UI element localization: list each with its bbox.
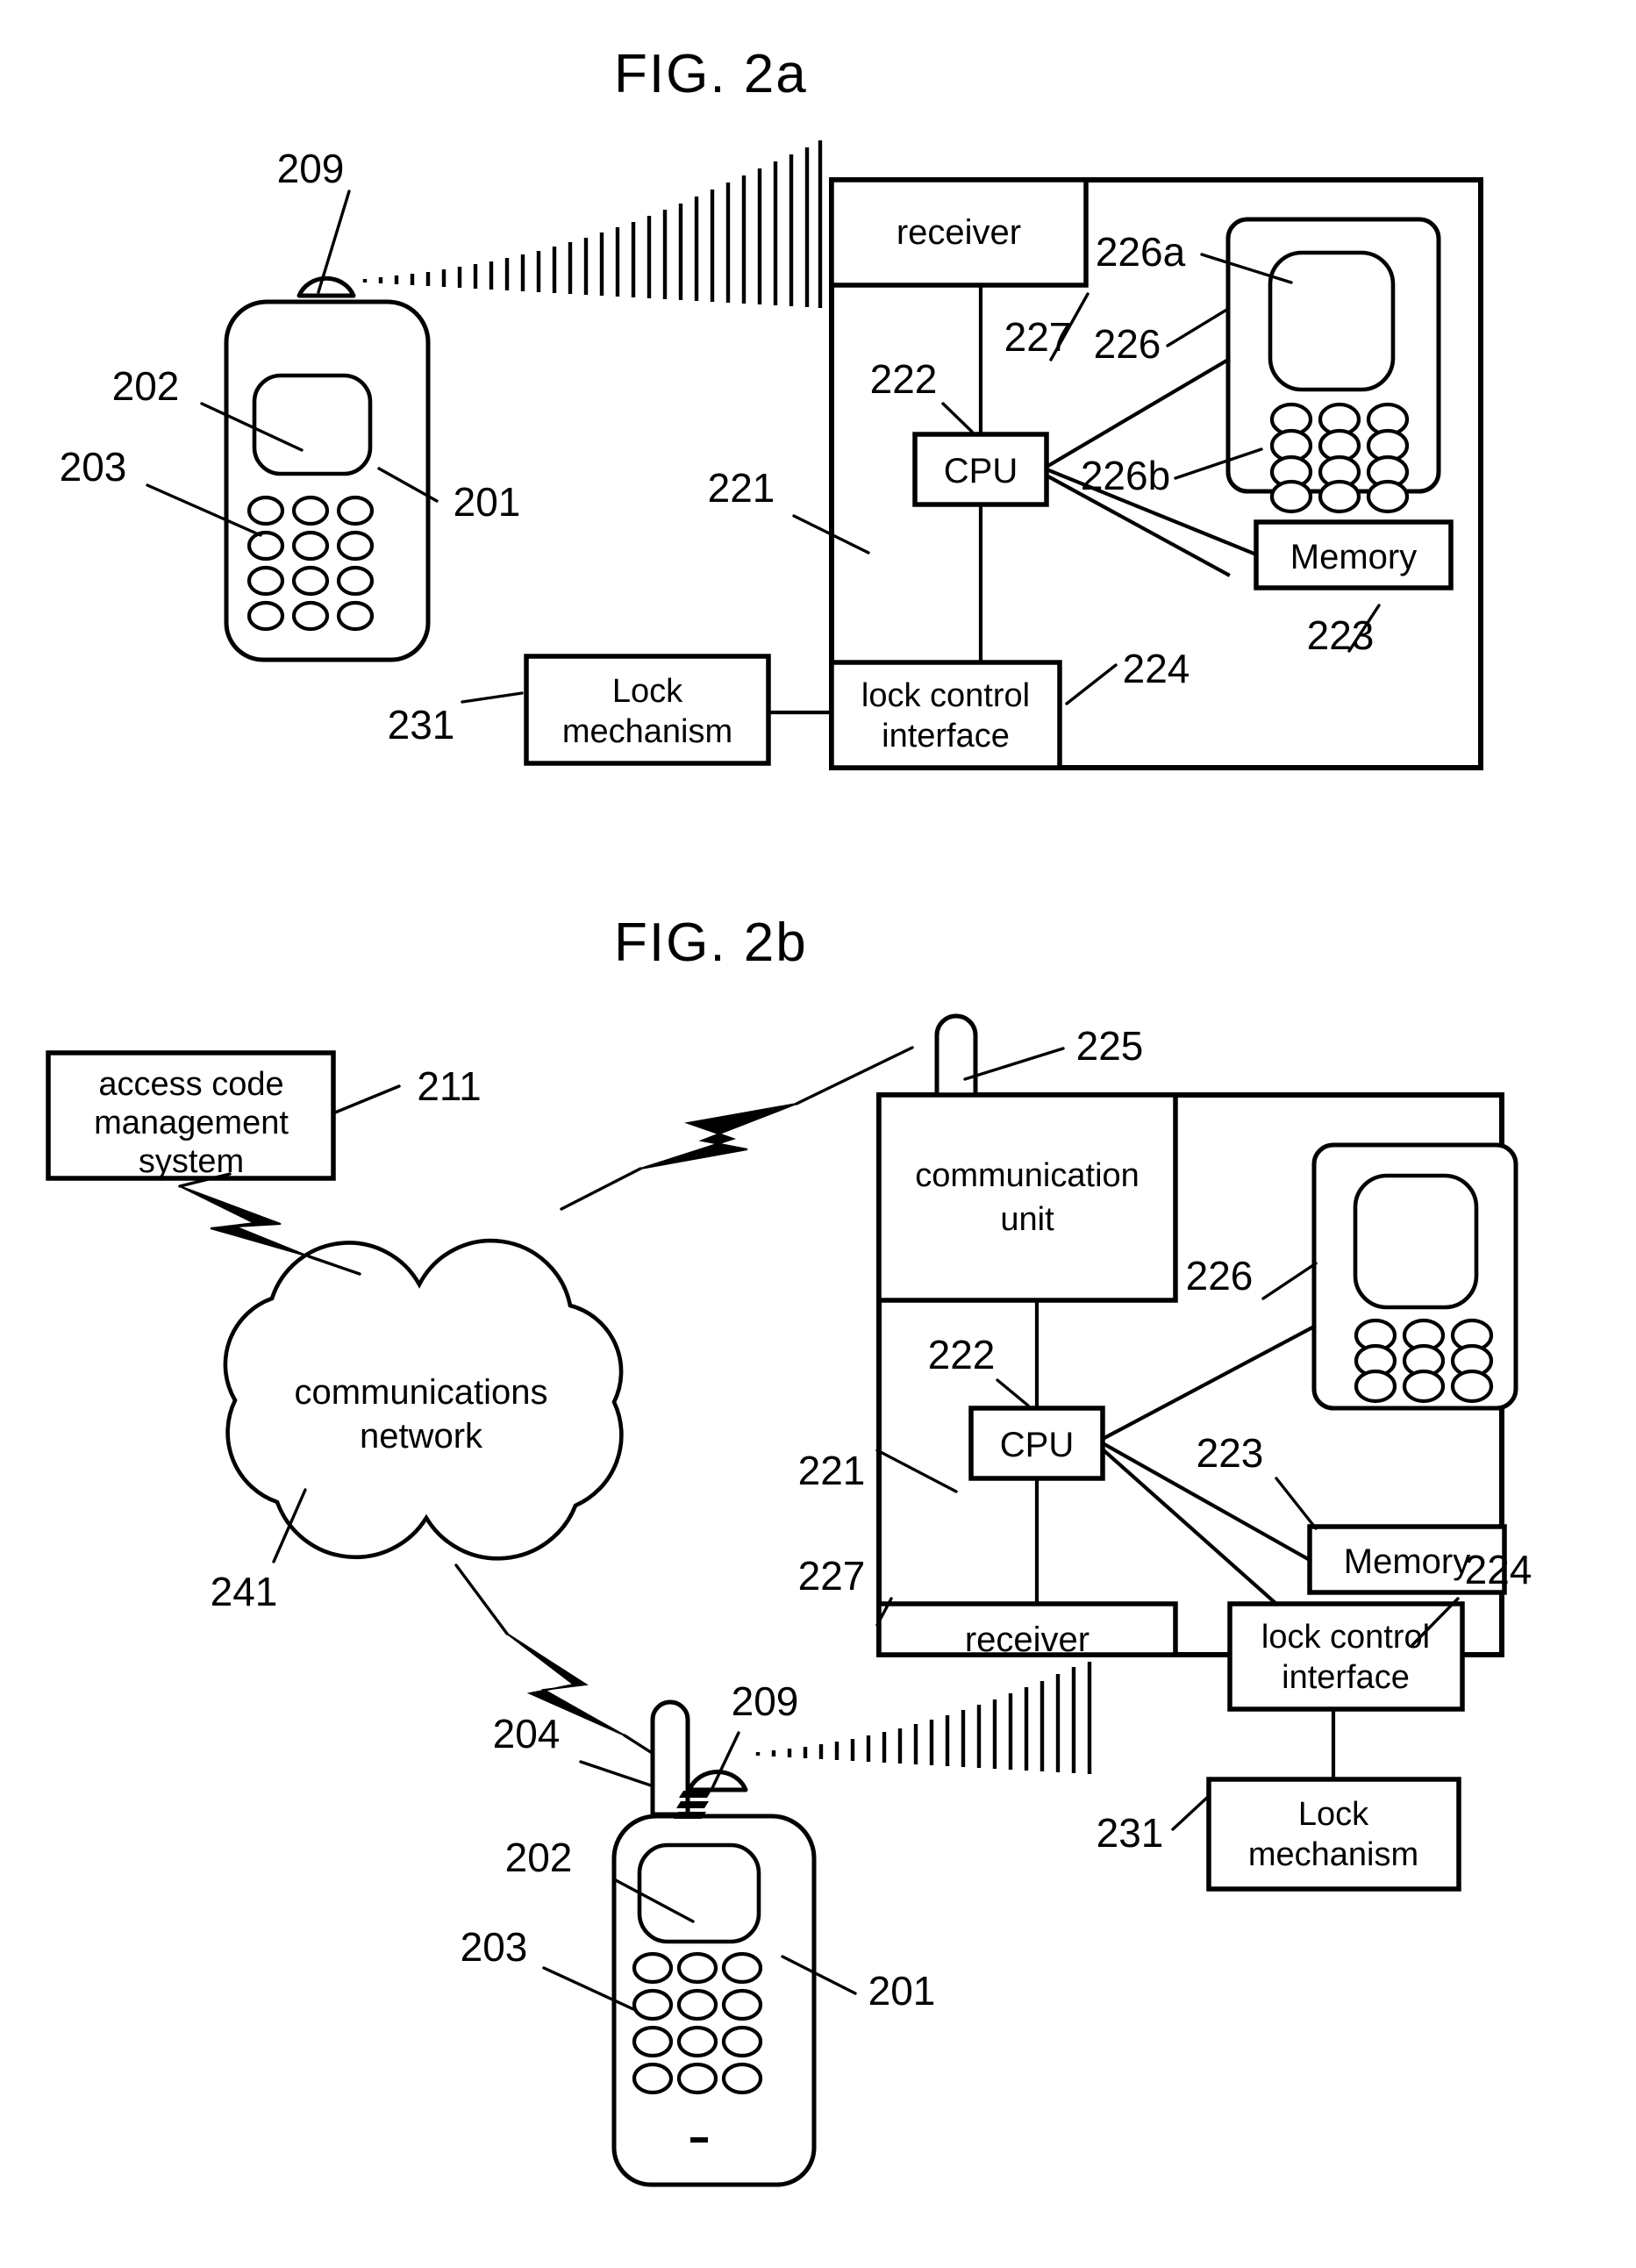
user-interface-panel-fig2a xyxy=(1225,217,1441,514)
lock-mechanism-label-2b-line2: mechanism xyxy=(1248,1836,1418,1873)
fig2a-title: FIG. 2a xyxy=(614,44,808,104)
cloud-label-line2: network xyxy=(360,1417,483,1456)
lock-mechanism-label-2b-line1: Lock xyxy=(1298,1796,1369,1833)
fig2b-title: FIG. 2b xyxy=(614,912,808,973)
numeral-209: 209 xyxy=(277,146,345,191)
phone-microphone-slot xyxy=(690,2137,708,2143)
numeral-202: 202 xyxy=(112,363,180,409)
infrared-port-icon xyxy=(296,275,356,298)
numeral-226b: 226b xyxy=(1081,453,1170,498)
user-interface-keypad-2b xyxy=(1354,1318,1494,1404)
numeral-226a: 226a xyxy=(1096,229,1186,275)
numeral-222: 222 xyxy=(870,356,938,402)
numeral-203-2b: 203 xyxy=(461,1924,528,1970)
memory-label-2b: Memory xyxy=(1344,1542,1470,1581)
cloud-label-line1: communications xyxy=(294,1373,547,1412)
numeral-221: 221 xyxy=(708,465,775,511)
numeral-226-2b: 226 xyxy=(1186,1253,1254,1299)
numeral-241: 241 xyxy=(211,1569,278,1614)
numeral-201-2b: 201 xyxy=(868,1968,936,2014)
numeral-223: 223 xyxy=(1307,612,1375,658)
numeral-222-2b: 222 xyxy=(928,1332,996,1377)
numeral-204: 204 xyxy=(493,1711,561,1756)
patent-figure-sheet: FIG. 2a receiver CPU Memory lock control… xyxy=(0,0,1636,2268)
numeral-201: 201 xyxy=(454,479,521,525)
numeral-211: 211 xyxy=(417,1063,481,1109)
numeral-231-2b: 231 xyxy=(1097,1810,1164,1856)
acms-label-line1: access code xyxy=(98,1066,283,1103)
receiver-label: receiver xyxy=(897,213,1021,252)
numeral-221-2b: 221 xyxy=(798,1448,866,1493)
rf-link-bolt-upper-right xyxy=(639,1103,797,1170)
numeral-224: 224 xyxy=(1123,646,1190,691)
acms-label-line2: management xyxy=(94,1105,289,1141)
receiver-label-2b: receiver xyxy=(965,1621,1089,1659)
lock-mechanism-label-line2: mechanism xyxy=(562,713,732,750)
numeral-209-2b: 209 xyxy=(732,1678,799,1724)
numeral-202-2b: 202 xyxy=(505,1835,573,1880)
numeral-227: 227 xyxy=(1004,314,1072,360)
infrared-beam-fig2b xyxy=(755,1662,1092,1774)
numeral-224-2b: 224 xyxy=(1465,1547,1532,1592)
cpu-label: CPU xyxy=(944,452,1018,490)
numeral-225: 225 xyxy=(1076,1023,1144,1069)
fig2a-mobile-phone xyxy=(224,275,431,662)
memory-label: Memory xyxy=(1290,538,1417,576)
communication-unit-box xyxy=(876,1092,1178,1303)
numeral-223-2b: 223 xyxy=(1197,1430,1264,1476)
lci-label-2b-line2: interface xyxy=(1282,1659,1410,1696)
lock-mechanism-label-line1: Lock xyxy=(612,673,683,710)
numeral-231: 231 xyxy=(388,702,455,748)
user-interface-panel-fig2b xyxy=(1311,1142,1518,1411)
communication-unit-label-line1: communication xyxy=(915,1157,1139,1194)
lock-control-interface-label-line2: interface xyxy=(882,718,1010,755)
fig2b-mobile-phone xyxy=(611,1699,817,2187)
numeral-227-2b: 227 xyxy=(798,1553,866,1599)
numeral-203: 203 xyxy=(60,444,127,490)
cpu-label-2b: CPU xyxy=(1000,1426,1074,1464)
communications-network-cloud: communications network xyxy=(223,1238,624,1561)
lock-control-interface-label-line1: lock control xyxy=(861,677,1030,714)
lci-label-2b-line1: lock control xyxy=(1261,1619,1430,1656)
communication-unit-label-line2: unit xyxy=(1000,1201,1054,1238)
numeral-226: 226 xyxy=(1094,321,1161,367)
communication-unit-antenna xyxy=(934,1013,978,1099)
infrared-beam-fig2a xyxy=(362,140,823,308)
user-interface-keypad xyxy=(1269,402,1410,514)
rf-link-bolt-upper-left xyxy=(179,1185,310,1257)
